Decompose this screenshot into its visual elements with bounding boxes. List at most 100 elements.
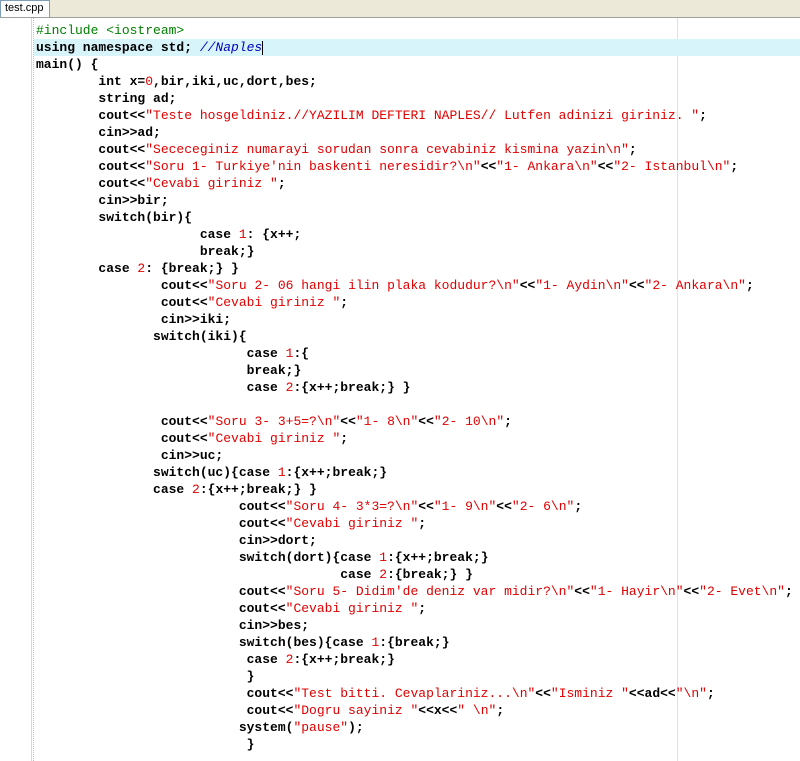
code-editor[interactable]: #include <iostream> using namespace std; … bbox=[0, 18, 800, 761]
code-token: << bbox=[480, 159, 497, 174]
code-line[interactable]: cin>>bes; bbox=[36, 617, 800, 634]
code-token: case bbox=[36, 652, 286, 667]
string-literal: "Soru 2- 06 hangi ilin plaka kodudur?\n" bbox=[207, 278, 520, 293]
code-line[interactable]: case 2: {break;} } bbox=[36, 260, 800, 277]
code-line[interactable]: switch(bir){ bbox=[36, 209, 800, 226]
string-literal: "2- Ankara\n" bbox=[644, 278, 746, 293]
string-literal: "Cevabi giriniz " bbox=[145, 176, 278, 191]
string-literal: "Sececeginiz numarayi sorudan sonra ceva… bbox=[145, 142, 629, 157]
code-line[interactable]: system("pause"); bbox=[36, 719, 800, 736]
code-line[interactable]: switch(dort){case 1:{x++;break;} bbox=[36, 549, 800, 566]
fold-guide bbox=[33, 18, 34, 761]
code-token: cin>>bir; bbox=[36, 193, 169, 208]
code-line[interactable]: #include <iostream> bbox=[36, 22, 800, 39]
string-literal: "1- Aydin\n" bbox=[535, 278, 629, 293]
code-token: << bbox=[418, 499, 434, 514]
code-line[interactable]: case 1:{ bbox=[36, 345, 800, 362]
string-literal: "Soru 3- 3+5=?\n" bbox=[207, 414, 341, 429]
code-token: << bbox=[340, 414, 356, 429]
code-line[interactable]: case 2:{break;} } bbox=[36, 566, 800, 583]
code-line[interactable]: cin>>dort; bbox=[36, 532, 800, 549]
code-line[interactable] bbox=[36, 396, 800, 413]
code-token: cin>>bes; bbox=[36, 618, 310, 633]
code-line[interactable]: cin>>uc; bbox=[36, 447, 800, 464]
code-line[interactable]: cout<<"Soru 4- 3*3=?\n"<<"1- 9\n"<<"2- 6… bbox=[36, 498, 800, 515]
code-line[interactable]: cout<<"Teste hosgeldiniz.//YAZILIM DEFTE… bbox=[36, 107, 800, 124]
code-line[interactable]: cout<<"Soru 5- Didim'de deniz var midir?… bbox=[36, 583, 800, 600]
code-token: case bbox=[36, 482, 193, 497]
code-line[interactable]: cout<<"Cevabi giriniz "; bbox=[36, 294, 800, 311]
code-token: cout<< bbox=[36, 703, 294, 718]
code-line[interactable]: int x=0,bir,iki,uc,dort,bes; bbox=[36, 73, 800, 90]
code-line[interactable]: cout<<"Test bitti. Cevaplariniz...\n"<<"… bbox=[36, 685, 800, 702]
code-line[interactable]: cin>>bir; bbox=[36, 192, 800, 209]
code-token: ; bbox=[699, 108, 707, 123]
code-line-current[interactable]: using namespace std; //Naples bbox=[34, 39, 800, 56]
code-token: switch(uc){case bbox=[36, 465, 278, 480]
code-token: ; bbox=[574, 499, 583, 514]
string-literal: "2- 10\n" bbox=[433, 414, 505, 429]
code-token: cout<< bbox=[36, 142, 146, 157]
string-literal: "Soru 5- Didim'de deniz var midir?\n" bbox=[285, 584, 575, 599]
string-literal: "Cevabi giriniz " bbox=[207, 431, 341, 446]
line-gutter bbox=[0, 18, 32, 761]
code-line[interactable]: cout<<"Cevabi giriniz "; bbox=[36, 600, 800, 617]
code-token: <<x<< bbox=[418, 703, 458, 718]
code-line[interactable]: case 2:{x++;break;} } bbox=[36, 379, 800, 396]
code-token: << bbox=[418, 414, 434, 429]
code-line[interactable]: cin>>iki; bbox=[36, 311, 800, 328]
code-line[interactable]: switch(bes){case 1:{break;} bbox=[36, 634, 800, 651]
code-token: cout<< bbox=[36, 278, 208, 293]
code-line[interactable]: } bbox=[36, 668, 800, 685]
code-line[interactable]: case 2:{x++;break;} } bbox=[36, 481, 800, 498]
code-line[interactable]: } bbox=[36, 736, 800, 753]
code-line[interactable]: cout<<"Dogru sayiniz "<<x<<" \n"; bbox=[36, 702, 800, 719]
code-line[interactable]: cout<<"Soru 3- 3+5=?\n"<<"1- 8\n"<<"2- 1… bbox=[36, 413, 800, 430]
code-token: ; bbox=[504, 414, 512, 429]
code-token: case bbox=[36, 227, 239, 242]
code-token: << bbox=[496, 499, 512, 514]
code-token: :{break;} bbox=[379, 635, 450, 650]
code-token: ; bbox=[277, 176, 286, 191]
code-token: :{x++;break;} bbox=[285, 465, 388, 480]
code-token: :{x++;break;} bbox=[387, 550, 489, 565]
code-line[interactable]: cout<<"Cevabi giriniz "; bbox=[36, 430, 800, 447]
code-line[interactable]: cout<<"Cevabi giriniz "; bbox=[36, 175, 800, 192]
code-area[interactable]: #include <iostream> using namespace std; … bbox=[34, 22, 800, 753]
code-token: ; bbox=[340, 431, 349, 446]
code-line[interactable]: cin>>ad; bbox=[36, 124, 800, 141]
code-token: ; bbox=[418, 516, 427, 531]
tab-test-cpp[interactable]: test.cpp bbox=[0, 0, 50, 17]
string-literal: "Soru 4- 3*3=?\n" bbox=[285, 499, 419, 514]
code-token: cout<< bbox=[36, 499, 286, 514]
string-literal: "\n" bbox=[675, 686, 707, 701]
code-line[interactable]: cout<<"Sececeginiz numarayi sorudan sonr… bbox=[36, 141, 800, 158]
code-line[interactable]: case 1: {x++; bbox=[36, 226, 800, 243]
code-line[interactable]: switch(uc){case 1:{x++;break;} bbox=[36, 464, 800, 481]
code-line[interactable]: break;} bbox=[36, 362, 800, 379]
number-literal: 1 bbox=[277, 465, 286, 480]
code-line[interactable]: break;} bbox=[36, 243, 800, 260]
code-token: cout<< bbox=[36, 516, 286, 531]
code-token: cin>>iki; bbox=[36, 312, 232, 327]
code-line[interactable]: main() { bbox=[36, 56, 800, 73]
code-token: cout<< bbox=[36, 601, 286, 616]
string-literal: "1- 8\n" bbox=[355, 414, 419, 429]
code-token: switch(bes){case bbox=[36, 635, 372, 650]
code-line[interactable]: cout<<"Soru 1- Turkiye'nin baskenti nere… bbox=[36, 158, 800, 175]
code-line[interactable]: cout<<"Cevabi giriniz "; bbox=[36, 515, 800, 532]
code-token: cout<< bbox=[36, 584, 286, 599]
string-literal: "Teste hosgeldiniz.//YAZILIM DEFTERI NAP… bbox=[145, 108, 700, 123]
code-line[interactable]: switch(iki){ bbox=[36, 328, 800, 345]
code-token: cout<< bbox=[36, 108, 146, 123]
code-token: } bbox=[36, 669, 255, 684]
code-token: :{x++;break;} } bbox=[199, 482, 317, 497]
string-literal: "Soru 1- Turkiye'nin baskenti neresidir?… bbox=[145, 159, 481, 174]
code-token: :{break;} } bbox=[387, 567, 473, 582]
code-line[interactable]: cout<<"Soru 2- 06 hangi ilin plaka kodud… bbox=[36, 277, 800, 294]
code-line[interactable]: case 2:{x++;break;} bbox=[36, 651, 800, 668]
number-literal: 1 bbox=[379, 550, 388, 565]
code-line[interactable]: string ad; bbox=[36, 90, 800, 107]
string-literal: "2- 6\n" bbox=[511, 499, 575, 514]
code-token: ; bbox=[730, 159, 739, 174]
